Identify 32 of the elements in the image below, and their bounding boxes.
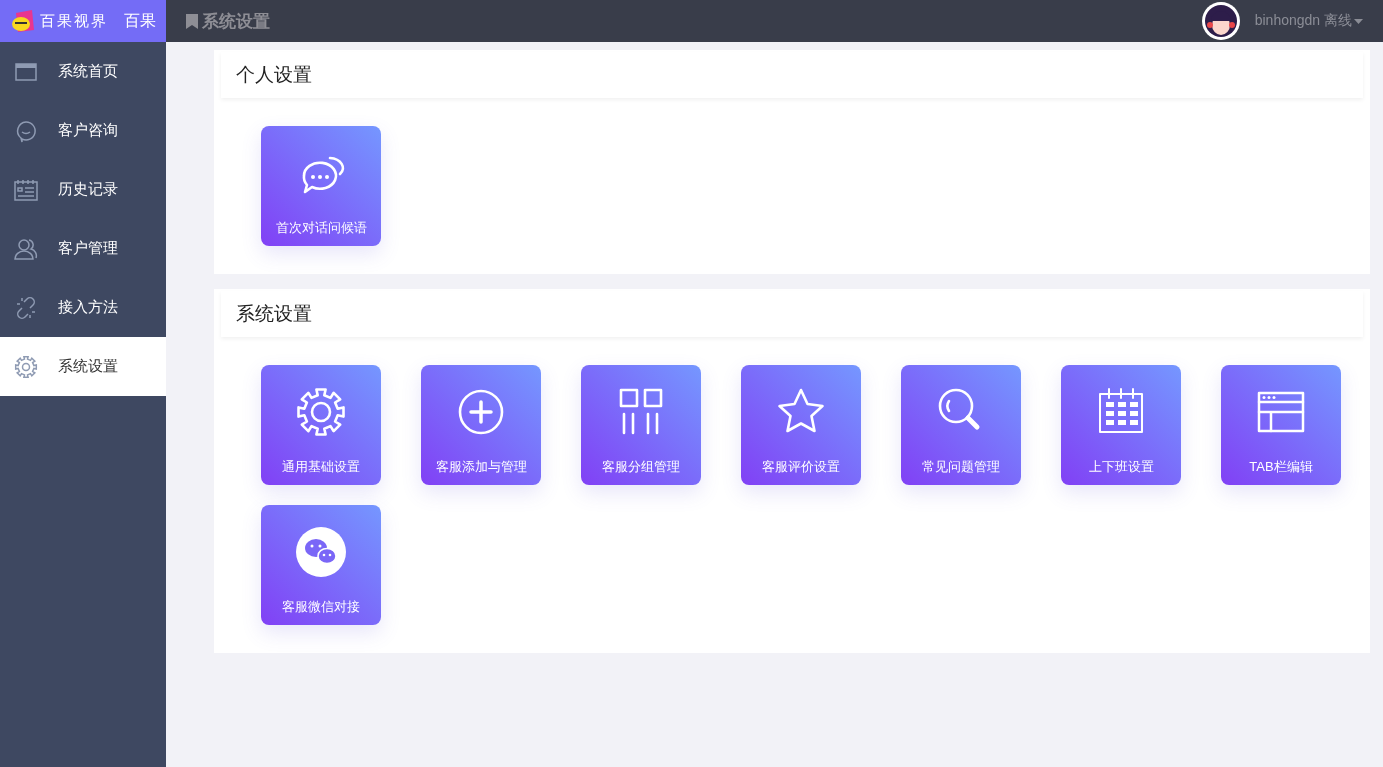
- section-title: 系统设置: [221, 291, 1363, 337]
- sidebar-item[interactable]: 系统设置: [0, 337, 166, 396]
- settings-tile[interactable]: 常见问题管理: [901, 365, 1021, 485]
- gear-icon: [294, 385, 348, 439]
- caret-icon: [1354, 18, 1363, 24]
- settings-tile[interactable]: 客服添加与管理: [421, 365, 541, 485]
- settings-tile[interactable]: TAB栏编辑: [1221, 365, 1341, 485]
- settings-tile[interactable]: 首次对话问候语: [261, 126, 381, 246]
- brand-short-name: 百果: [124, 10, 156, 31]
- sidebar-item[interactable]: 历史记录: [0, 160, 166, 219]
- bookmark-icon: [186, 13, 198, 29]
- document-list-icon: [14, 177, 38, 202]
- sidebar-item[interactable]: 接入方法: [0, 278, 166, 337]
- settings-tile[interactable]: 通用基础设置: [261, 365, 381, 485]
- user-menu[interactable]: binhongdn 离线: [1254, 12, 1363, 30]
- settings-tile[interactable]: 客服评价设置: [741, 365, 861, 485]
- settings-tile[interactable]: 客服微信对接: [261, 505, 381, 625]
- gear-icon: [14, 354, 38, 379]
- wechat-icon: [294, 525, 348, 579]
- settings-tile[interactable]: 客服分组管理: [581, 365, 701, 485]
- sidebar-item[interactable]: 系统首页: [0, 42, 166, 101]
- chat-bubble-icon: [14, 118, 38, 143]
- users-icon: [14, 236, 38, 261]
- section-title: 个人设置: [221, 52, 1363, 98]
- sidebar-item[interactable]: 客户咨询: [0, 101, 166, 160]
- settings-tile[interactable]: 上下班设置: [1061, 365, 1181, 485]
- page-title: 系统设置: [202, 10, 270, 33]
- sidebar-item[interactable]: 客户管理: [0, 219, 166, 278]
- avatar: [1200, 1, 1241, 41]
- logo-icon: [10, 9, 36, 33]
- broken-link-icon: [14, 295, 38, 320]
- brand-name: 百果视界: [40, 11, 108, 31]
